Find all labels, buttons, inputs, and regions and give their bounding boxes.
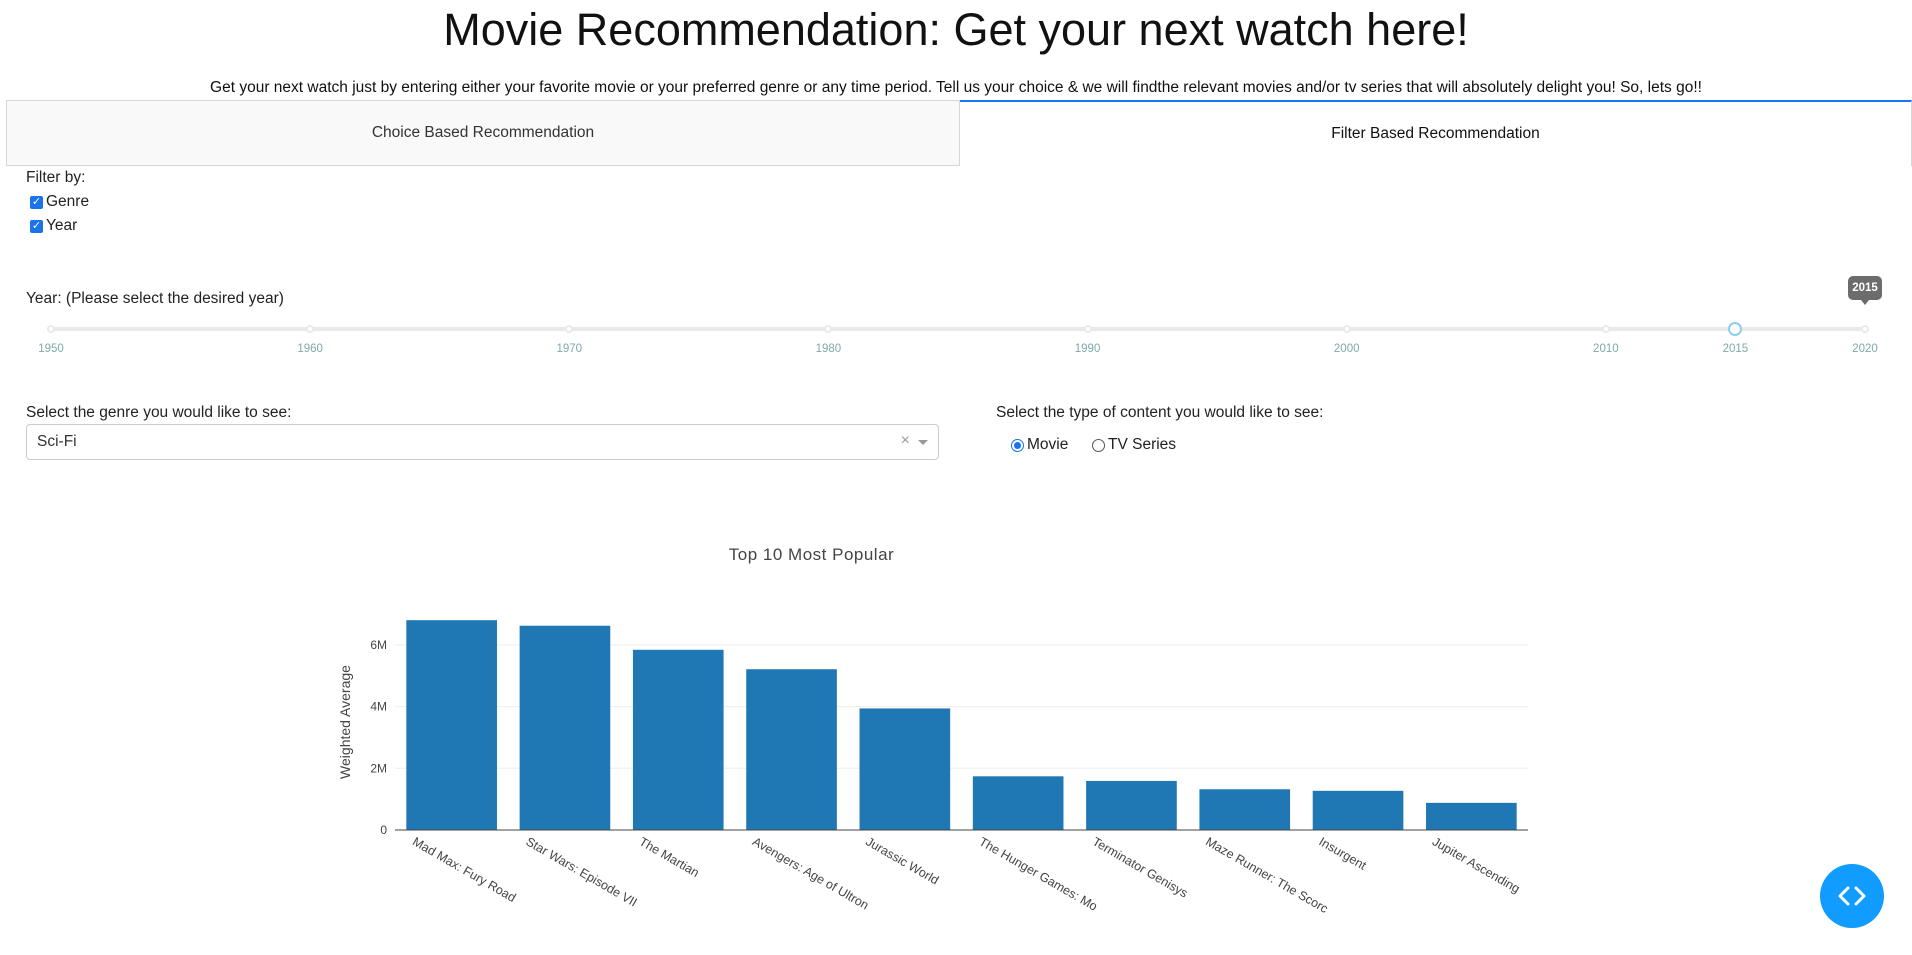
x-tick-label: Avengers: Age of Ultron [750,834,871,912]
x-tick-label: Terminator Genisys [1090,834,1190,900]
year-checkbox-label: Year [46,217,78,234]
slider-rail[interactable] [51,327,1865,331]
year-checkbox[interactable]: ✓ [30,219,43,233]
slider-value-tooltip: 2015 [1848,276,1882,305]
slider-mark-label[interactable]: 1990 [1058,343,1118,355]
year-checkbox-row[interactable]: ✓ Year [30,217,77,235]
filter-by-label: Filter by: [26,169,86,186]
slider-dot[interactable] [1083,325,1092,333]
slider-dot[interactable] [824,325,833,333]
movie-radio-row[interactable]: Movie [1011,436,1068,454]
bar [519,625,611,830]
tab-choice-based[interactable]: Choice Based Recommendation [6,100,960,166]
tab-filter-based[interactable]: Filter Based Recommendation [960,100,1912,166]
slider-mark-label[interactable]: 1960 [280,343,340,355]
slider-dot[interactable] [1601,325,1610,333]
y-tick-label: 4M [370,700,387,714]
bar-chart-svg: Top 10 Most Popular 0 2M 4M 6M Weighted Avera… [337,545,1528,916]
page-title: Movie Recommendation: Get your next watc… [443,4,1469,55]
tv-series-radio[interactable] [1092,438,1105,452]
bar [746,669,837,830]
slider-mark-label[interactable]: 2010 [1576,343,1636,355]
year-slider-label: Year: (Please select the desired year) [26,290,284,307]
bar [859,708,951,830]
bar [1086,780,1177,830]
y-tick-label: 6M [370,638,387,652]
chevron-down-icon[interactable] [918,440,928,445]
x-tick-label: Insurgent [1317,834,1370,872]
slider-mark-label[interactable]: 2020 [1835,343,1895,355]
x-tick-label: The Hunger Games: Mo [977,834,1100,913]
page-subtitle: Get your next watch just by entering eit… [210,79,1702,96]
popularity-chart: Top 10 Most Popular 0 2M 4M 6M Weighted Avera… [300,530,1600,930]
content-type-label: Select the type of content you would lik… [996,404,1324,421]
tv-series-radio-row[interactable]: TV Series [1092,436,1176,454]
genre-dropdown[interactable]: Sci-Fi × [26,424,939,460]
x-tick-label: Maze Runner: The Scorc [1203,834,1330,915]
slider-dot[interactable] [1861,325,1869,333]
slider-handle[interactable] [1728,322,1743,336]
bar [1426,802,1517,830]
slider-mark-label[interactable]: 2015 [1705,343,1765,355]
slider-dot[interactable] [1342,325,1351,333]
bar [1199,789,1291,830]
code-toggle-button[interactable] [1820,864,1884,928]
x-tick-label: Jupiter Ascending [1430,834,1522,895]
slider-mark-label[interactable]: 1970 [539,343,599,355]
genre-checkbox-row[interactable]: ✓ Genre [30,193,89,211]
year-slider[interactable]: 1950 1960 1970 1980 1990 2000 2010 2015 2020 2015 [0,276,1912,360]
bar [632,649,724,830]
tv-series-radio-label: TV Series [1108,436,1177,453]
slider-mark-label[interactable]: 1950 [21,343,81,355]
bar [972,776,1064,830]
clear-icon[interactable]: × [901,432,910,450]
genre-checkbox[interactable]: ✓ [30,195,43,209]
slider-dot[interactable] [306,325,315,333]
slider-dot[interactable] [565,325,574,333]
x-tick-label: Star Wars: Episode VII [523,834,639,909]
x-tick-label: The Martian [637,834,702,879]
movie-radio-label: Movie [1027,436,1069,453]
y-tick-label: 0 [380,823,387,837]
slider-mark-label[interactable]: 1980 [798,343,858,355]
y-tick-label: 2M [370,761,387,775]
slider-mark-label[interactable]: 2000 [1317,343,1377,355]
x-tick-label: Mad Max: Fury Road [410,834,518,905]
genre-dropdown-label: Select the genre you would like to see: [26,404,292,421]
genre-checkbox-label: Genre [46,193,90,210]
tab-bar: Choice Based Recommendation Filter Based… [6,100,1912,166]
movie-radio[interactable] [1011,438,1024,452]
bar [406,620,497,830]
x-tick-label: Jurassic World [863,834,941,887]
chart-title: Top 10 Most Popular [729,545,894,564]
bar [1312,790,1404,830]
genre-dropdown-value: Sci-Fi [37,433,77,450]
y-axis-label: Weighted Average [337,665,353,779]
code-icon [1838,886,1866,906]
slider-dot[interactable] [47,325,55,333]
